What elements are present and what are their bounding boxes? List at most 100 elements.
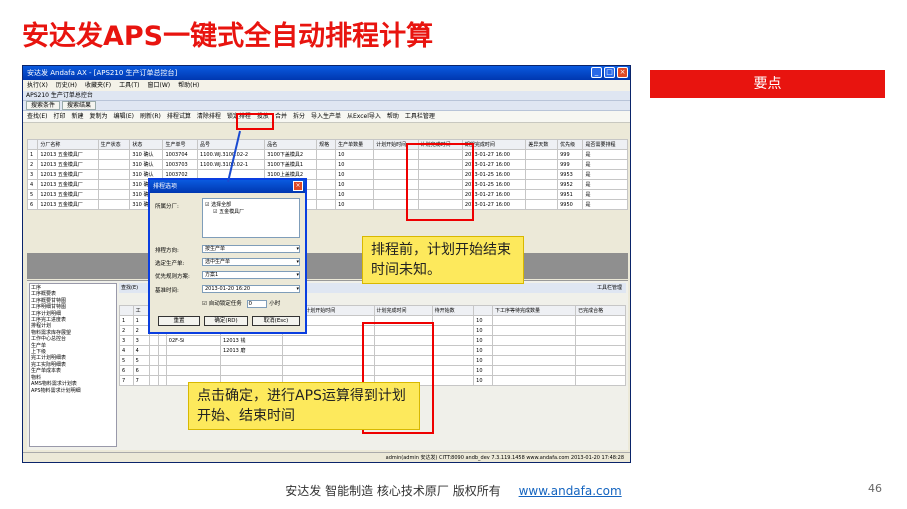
table-cell: 9953 <box>557 169 584 180</box>
table-cell: 2 <box>26 159 39 170</box>
priority-label: 优先规则方案: <box>155 274 190 280</box>
toolbar-button[interactable]: 排程试算 <box>167 113 191 120</box>
table-cell: 7 <box>119 375 134 386</box>
tab[interactable]: 搜索结果 <box>62 101 97 110</box>
table-row[interactable]: 2 12013 五金模具厂 310 确认 1003703 1100.WJ.3100.02… <box>26 159 628 170</box>
table-row[interactable]: 6 12013 五金模具厂 310 确认 10 2013-01-27 16:00 9950… <box>26 199 628 210</box>
chevron-down-icon: ▾ <box>296 259 299 265</box>
table-cell <box>492 365 577 376</box>
lock-hours-input[interactable]: 0 <box>247 300 268 308</box>
lock-row: ☑ 自动锁定任务 0 小时 <box>155 299 280 308</box>
toolbar-button[interactable]: 新建 <box>72 113 84 120</box>
lock-unit: 小时 <box>269 301 281 307</box>
table-cell: 4 <box>119 345 134 356</box>
toolbar-button[interactable]: 刷新(R) <box>140 113 161 120</box>
table-cell: 310 确认 <box>129 149 164 160</box>
table-cell: 7 <box>132 375 151 386</box>
toolbar-button[interactable]: 导入生产单 <box>311 113 341 120</box>
table-cell <box>525 149 559 160</box>
chevron-down-icon: ▾ <box>296 246 299 252</box>
tab[interactable]: 搜索条件 <box>26 101 61 110</box>
footer-link[interactable]: www.andafa.com <box>519 484 622 498</box>
column-header[interactable]: 状态 <box>129 139 164 150</box>
toolbar-button[interactable]: 帮助 <box>387 113 399 120</box>
menu-item[interactable]: 帮助(H) <box>178 82 199 89</box>
table-cell <box>431 375 475 386</box>
toolbar-button[interactable]: 从Excel导入 <box>347 113 381 120</box>
column-header[interactable]: 计划完成时间 <box>373 305 433 316</box>
toolbar-button[interactable]: 拆分 <box>293 113 305 120</box>
table-cell <box>282 345 375 356</box>
table-row[interactable]: 3 12013 五金模具厂 310 确认 1003702 3100上盖模具2 10 2013… <box>26 169 628 180</box>
column-header[interactable]: 待开始数 <box>431 305 475 316</box>
table-cell <box>575 315 626 326</box>
table-cell: 3 <box>119 335 134 346</box>
lower-toolbar-manage-button[interactable]: 工具栏管理 <box>597 283 622 293</box>
lock-label: 自动锁定任务 <box>208 301 242 307</box>
column-header[interactable]: 分厂名称 <box>37 139 99 150</box>
table-cell: 12013 五金模具厂 <box>37 149 99 160</box>
column-header[interactable]: 品名 <box>264 139 318 150</box>
column-header[interactable]: 差异天数 <box>525 139 559 150</box>
tree-item[interactable]: APS物料需求计划明细 <box>31 388 115 394</box>
dialog-close-icon[interactable]: × <box>293 181 303 191</box>
order-grid: 分厂名称 生产状态 状态 生产单号 品号 品名 规格 生产单数量 计划开始时间 计划完成时间 期望完… <box>26 139 628 210</box>
table-cell <box>165 365 221 376</box>
cancel-button[interactable]: 取消(Esc) <box>252 316 300 326</box>
reset-button[interactable]: 重置 <box>158 316 200 326</box>
callout-before: 排程前，计划开始结束时间未知。 <box>362 236 524 284</box>
checkbox-icon[interactable]: ☑ <box>205 202 209 208</box>
base-time-input[interactable]: 2013-01-20 16:20 ▾ <box>202 285 300 293</box>
table-cell: 1100.WJ.3100.02-1 <box>197 159 266 170</box>
column-header[interactable] <box>473 305 494 316</box>
column-header[interactable]: 生产状态 <box>97 139 131 150</box>
maximize-icon[interactable]: □ <box>604 67 615 78</box>
table-cell <box>97 159 131 170</box>
table-row[interactable]: 1 12013 五金模具厂 310 确认 1003704 1100.WJ.3100.02… <box>26 149 628 160</box>
table-cell: 2 <box>119 325 134 336</box>
table-cell <box>149 375 159 386</box>
column-header[interactable]: 已完成合格 <box>575 305 626 316</box>
table-cell: 是 <box>582 199 628 210</box>
menu-item[interactable]: 工具(T) <box>119 82 139 89</box>
table-row[interactable]: 5 12013 五金模具厂 310 确认 10 2013-01-27 16:00 9951… <box>26 189 628 200</box>
column-header[interactable]: 生产单号 <box>162 139 199 150</box>
checkbox-icon[interactable]: ☑ <box>213 209 217 215</box>
toolbar-button[interactable]: 编辑(E) <box>114 113 134 120</box>
select-order-select[interactable]: 选中生产单 ▾ <box>202 258 300 266</box>
toolbar-button[interactable]: 复制为 <box>90 113 108 120</box>
table-cell <box>575 355 626 366</box>
toolbar-button[interactable]: 打印 <box>53 113 65 120</box>
column-header[interactable] <box>26 139 39 150</box>
table-cell: 6 <box>26 199 39 210</box>
priority-select[interactable]: 方案1 ▾ <box>202 271 300 279</box>
column-header[interactable]: 生产单数量 <box>335 139 375 150</box>
column-header[interactable] <box>119 305 134 316</box>
table-cell: 1003703 <box>162 159 199 170</box>
menu-item[interactable]: 窗口(W) <box>148 82 171 89</box>
menu-item[interactable]: 执行(X) <box>27 82 48 89</box>
table-cell: 10 <box>335 199 375 210</box>
column-header[interactable]: 规格 <box>316 139 337 150</box>
table-cell <box>492 355 577 366</box>
direction-select[interactable]: 按生产单 ▾ <box>202 245 300 253</box>
table-cell <box>282 355 375 366</box>
menu-item[interactable]: 收藏夹(F) <box>85 82 111 89</box>
lower-find-button[interactable]: 查找(E) <box>121 285 138 291</box>
table-cell: 1100.WJ.3100.02-2 <box>197 149 266 160</box>
table-row[interactable]: 412013 五金模具厂310 确认3100上盖模具1102013-01-25 … <box>26 179 628 190</box>
toolbar-button[interactable]: 查找(E) <box>27 113 47 120</box>
column-header[interactable]: 优先级 <box>557 139 584 150</box>
column-header[interactable]: 是否需要排程 <box>582 139 628 150</box>
toolbar-button[interactable]: 合并 <box>275 113 287 120</box>
toolbar-button[interactable]: 工具栏管理 <box>405 113 435 120</box>
checkbox-icon[interactable]: ☑ <box>202 301 207 307</box>
column-header[interactable]: 下工序等待完成数量 <box>492 305 577 316</box>
close-icon[interactable]: × <box>617 67 628 78</box>
column-header[interactable]: 品号 <box>197 139 266 150</box>
toolbar: 查找(E) 打印 新建 复制为 编辑(E) 刷新(R) 排程试算 清除排程 锁定排程 投放 合并 拆分… <box>23 111 630 123</box>
ok-button[interactable]: 确定(RD) <box>204 316 248 326</box>
minimize-icon[interactable]: _ <box>591 67 602 78</box>
menu-item[interactable]: 历史(H) <box>56 82 77 89</box>
toolbar-button[interactable]: 清除排程 <box>197 113 221 120</box>
